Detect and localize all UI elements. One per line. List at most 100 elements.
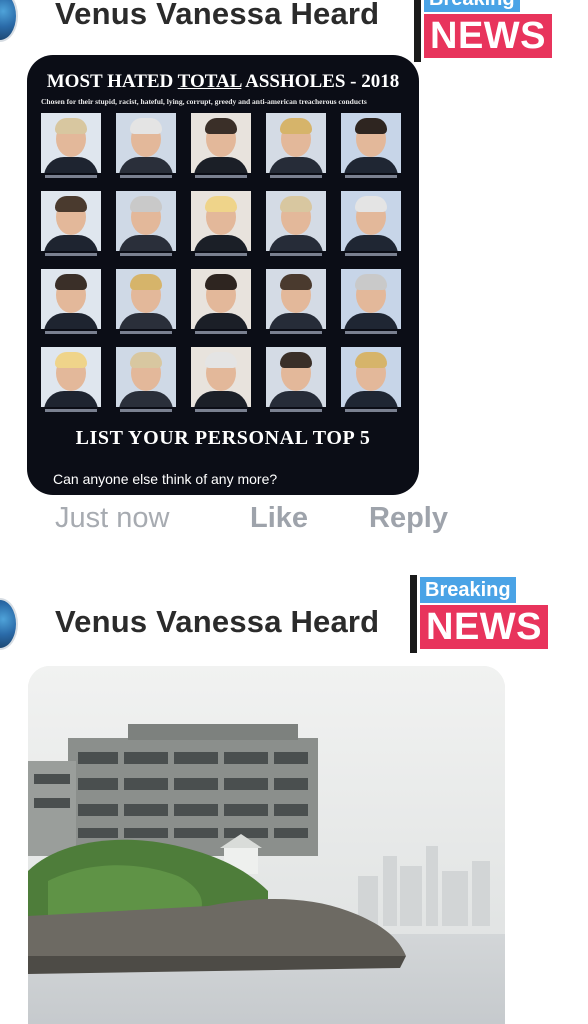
- portrait-cell: [191, 347, 251, 419]
- like-button[interactable]: Like: [250, 502, 308, 535]
- portrait-caption: [120, 253, 172, 256]
- comment-author-name[interactable]: Venus Vanessa Heard: [55, 604, 379, 640]
- portrait-hair: [130, 274, 162, 290]
- portrait-photo: [41, 269, 101, 329]
- portrait-photo: [341, 347, 401, 407]
- portrait-suit: [44, 313, 98, 329]
- badge-bar: [410, 575, 417, 653]
- portrait-cell: [266, 191, 326, 263]
- portrait-hair: [205, 352, 237, 368]
- portrait-hair: [355, 352, 387, 368]
- portrait-caption: [345, 175, 397, 178]
- portrait-hair: [55, 196, 87, 212]
- portrait-caption: [270, 253, 322, 256]
- portrait-photo: [116, 269, 176, 329]
- portrait-caption: [120, 331, 172, 334]
- portrait-caption: [345, 331, 397, 334]
- portrait-suit: [119, 391, 173, 407]
- portrait-suit: [194, 157, 248, 173]
- reply-button[interactable]: Reply: [369, 502, 448, 535]
- portrait-photo: [191, 113, 251, 173]
- meme-title-underlined: TOTAL: [177, 71, 242, 92]
- portrait-caption: [45, 331, 97, 334]
- portrait-hair: [280, 196, 312, 212]
- portrait-cell: [116, 113, 176, 185]
- portrait-hair: [55, 118, 87, 134]
- portrait-caption: [270, 331, 322, 334]
- portrait-suit: [269, 157, 323, 173]
- portrait-suit: [269, 313, 323, 329]
- portrait-photo: [341, 113, 401, 173]
- portrait-photo: [266, 191, 326, 251]
- portrait-caption: [195, 331, 247, 334]
- photo-image[interactable]: [28, 666, 505, 1024]
- portrait-hair: [355, 196, 387, 212]
- portrait-hair: [130, 118, 162, 134]
- breaking-news-badge: Breaking NEWS: [414, 0, 564, 62]
- meme-caption: Can anyone else think of any more?: [53, 471, 278, 487]
- portrait-cell: [191, 191, 251, 263]
- portrait-suit: [119, 313, 173, 329]
- portrait-caption: [345, 409, 397, 412]
- portrait-photo: [266, 347, 326, 407]
- portrait-cell: [41, 113, 101, 185]
- badge-breaking-label: Breaking: [420, 577, 516, 603]
- portrait-photo: [341, 269, 401, 329]
- portrait-cell: [191, 113, 251, 185]
- portrait-suit: [344, 313, 398, 329]
- meme-footer: LIST YOUR PERSONAL TOP 5: [75, 427, 371, 449]
- portrait-cell: [266, 113, 326, 185]
- portrait-photo: [116, 113, 176, 173]
- portrait-photo: [191, 347, 251, 407]
- badge-news-label: NEWS: [420, 605, 548, 649]
- portrait-suit: [119, 157, 173, 173]
- portrait-suit: [44, 235, 98, 251]
- portrait-caption: [120, 175, 172, 178]
- portrait-suit: [44, 391, 98, 407]
- portrait-suit: [194, 235, 248, 251]
- portrait-caption: [45, 175, 97, 178]
- portrait-photo: [266, 113, 326, 173]
- meme-title-part: MOST HATED: [46, 71, 178, 92]
- portrait-caption: [195, 409, 247, 412]
- portrait-hair: [205, 118, 237, 134]
- portrait-cell: [116, 269, 176, 341]
- alcatraz-photo: [28, 666, 505, 1024]
- portrait-suit: [344, 157, 398, 173]
- portrait-hair: [205, 274, 237, 290]
- portrait-suit: [269, 235, 323, 251]
- portrait-hair: [130, 196, 162, 212]
- portrait-suit: [194, 313, 248, 329]
- portrait-caption: [345, 253, 397, 256]
- portrait-cell: [341, 347, 401, 419]
- timestamp: Just now: [55, 502, 170, 534]
- avatar[interactable]: [0, 598, 18, 650]
- portrait-cell: [266, 347, 326, 419]
- portrait-caption: [45, 253, 97, 256]
- portrait-hair: [355, 118, 387, 134]
- portrait-caption: [195, 175, 247, 178]
- portrait-photo: [191, 269, 251, 329]
- portrait-hair: [355, 274, 387, 290]
- portrait-hair: [205, 196, 237, 212]
- portrait-hair: [280, 118, 312, 134]
- meme-image[interactable]: MOST HATED TOTAL ASSHOLES - 2018 Chosen …: [27, 55, 419, 495]
- meme-subtitle: Chosen for their stupid, racist, hateful…: [41, 97, 367, 106]
- portrait-cell: [116, 191, 176, 263]
- portrait-photo: [41, 347, 101, 407]
- portrait-hair: [55, 352, 87, 368]
- avatar[interactable]: [0, 0, 18, 42]
- portrait-photo: [41, 113, 101, 173]
- comment-author-name[interactable]: Venus Vanessa Heard: [55, 0, 379, 32]
- portrait-cell: [341, 191, 401, 263]
- meme-title-part: ASSHOLES - 2018: [241, 71, 400, 92]
- portrait-caption: [270, 175, 322, 178]
- portrait-cell: [41, 191, 101, 263]
- portrait-photo: [341, 191, 401, 251]
- portrait-caption: [270, 409, 322, 412]
- portrait-photo: [41, 191, 101, 251]
- meme-title: MOST HATED TOTAL ASSHOLES - 2018: [27, 71, 419, 93]
- portrait-photo: [191, 191, 251, 251]
- portrait-caption: [120, 409, 172, 412]
- portrait-hair: [130, 352, 162, 368]
